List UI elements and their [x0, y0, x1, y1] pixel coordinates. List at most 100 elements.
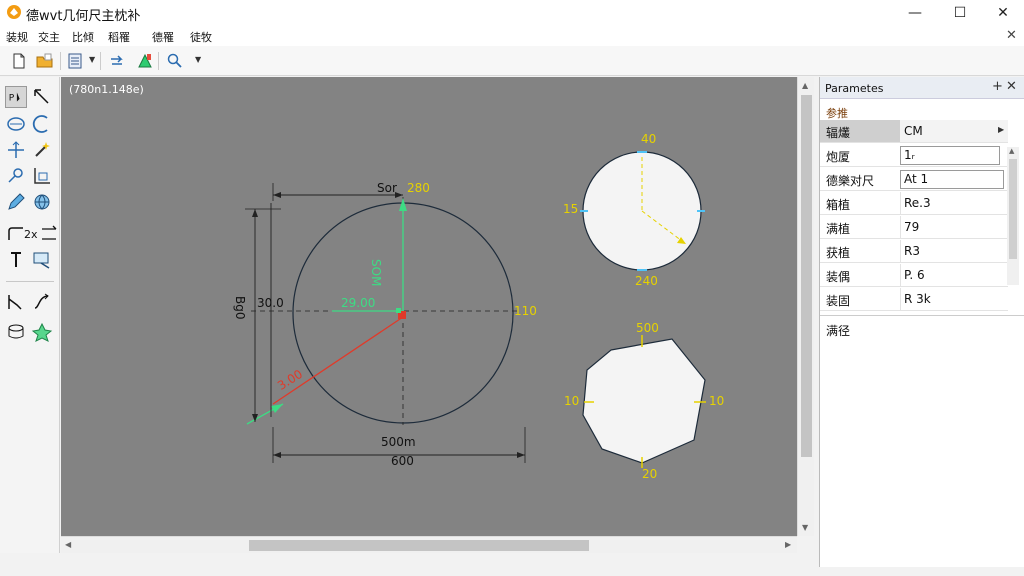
move-tool-icon[interactable]	[5, 139, 27, 161]
property-row[interactable]: 装固 R 3k	[820, 288, 1008, 311]
property-row[interactable]: 获植 R3	[820, 240, 1008, 263]
menu-bar: 装规 交主 比倾 稻罹 德罹 徒牧 ✕	[0, 26, 1024, 46]
globe-icon[interactable]	[31, 191, 53, 213]
menu-item-2[interactable]: 交主	[38, 29, 60, 45]
column-divider	[900, 288, 901, 311]
menu-item-1[interactable]: 装规	[6, 29, 28, 45]
chevron-down-icon[interactable]: ▼	[89, 55, 95, 64]
vertical-scroll-thumb[interactable]	[801, 95, 812, 457]
svg-text:P: P	[9, 94, 15, 104]
small-circle-left-label: 15	[563, 202, 579, 216]
arrowhead	[252, 209, 258, 217]
panel-scroll-thumb[interactable]	[1009, 159, 1017, 259]
arc-tool-icon[interactable]	[31, 113, 53, 135]
dimension-tool-icon[interactable]	[5, 291, 27, 313]
left-dimension-value: 30.0	[257, 296, 284, 310]
minimize-button[interactable]: —	[900, 3, 930, 23]
stack-tool-icon[interactable]	[5, 321, 27, 343]
toolbar: ▼ ▼	[0, 46, 1024, 76]
toolbar-separator	[158, 52, 159, 70]
bottom-dimension-value: 600	[391, 454, 414, 468]
small-circle-top-label: 40	[641, 132, 657, 146]
point-tool-icon[interactable]	[5, 165, 27, 187]
geometry-drawing	[245, 151, 706, 468]
section-header: 参推	[826, 107, 848, 120]
magic-wand-icon[interactable]	[31, 139, 53, 161]
drawing-canvas[interactable]: (780n1.148e) Sor 280 SOM 29.00 110 Bg0 3…	[61, 77, 797, 536]
property-row[interactable]: 德樂对尺 At 1	[820, 168, 1008, 191]
tool-palette: P 2x	[0, 77, 60, 567]
scroll-right-icon[interactable]: ▶	[785, 540, 791, 549]
scroll-up-icon[interactable]: ▲	[802, 81, 808, 90]
property-value: 79	[904, 220, 920, 234]
line-tool-icon[interactable]	[31, 86, 53, 108]
curve-tool-icon[interactable]	[31, 291, 53, 313]
property-row[interactable]: 箱植 Re.3	[820, 192, 1008, 215]
scroll-down-icon[interactable]: ▼	[802, 523, 808, 532]
pencil-icon[interactable]	[5, 191, 27, 213]
text-tool-icon[interactable]	[5, 249, 27, 271]
panel-close-icon[interactable]: ✕	[1006, 79, 1017, 94]
close-button[interactable]: ✕	[988, 3, 1018, 23]
open-folder-icon[interactable]	[36, 52, 54, 70]
property-input[interactable]	[900, 146, 1000, 165]
property-row[interactable]: 满植 79	[820, 216, 1008, 239]
property-value: At 1	[904, 172, 929, 186]
parameters-panel: Parametes + ✕ 参推 辐爜 CM ▶ 炮厦 1ᵣ 德樂对尺 At 1…	[819, 77, 1024, 567]
description-area: 满径	[820, 315, 1024, 567]
vertical-scrollbar[interactable]: ▲ ▼	[797, 77, 814, 536]
property-name: 辐爜	[820, 120, 900, 142]
status-bar	[0, 553, 819, 576]
octagon-shape[interactable]	[582, 338, 706, 464]
octagon-bottom-label: 20	[642, 467, 658, 481]
property-row[interactable]: 装偶 P. 6	[820, 264, 1008, 287]
scroll-up-icon[interactable]: ▲	[1009, 147, 1014, 155]
document-close-icon[interactable]: ✕	[1006, 28, 1017, 43]
maximize-button[interactable]: ☐	[945, 3, 975, 23]
toolbar-separator	[100, 52, 101, 70]
select-pointer-icon[interactable]: P	[5, 86, 27, 108]
chart-tool-icon[interactable]	[31, 165, 53, 187]
column-divider	[900, 192, 901, 215]
property-value: Re.3	[904, 196, 931, 210]
redo-icon[interactable]	[108, 52, 126, 70]
property-row[interactable]: 炮厦 1ᵣ	[820, 144, 1008, 167]
expand-icon[interactable]	[38, 223, 60, 245]
arrowhead	[399, 198, 407, 211]
chevron-down-icon[interactable]: ▼	[195, 55, 201, 64]
panel-scrollbar[interactable]: ▲	[1007, 147, 1019, 285]
horizontal-scrollbar[interactable]: ◀ ▶	[61, 536, 797, 553]
menu-item-5[interactable]: 德罹	[152, 29, 174, 45]
menu-item-3[interactable]: 比倾	[72, 29, 94, 45]
transform-tool-icon[interactable]	[31, 321, 53, 343]
property-name: 德樂对尺	[826, 174, 875, 188]
property-value: P. 6	[904, 268, 925, 282]
description-label: 满径	[826, 324, 851, 338]
property-row[interactable]: 辐爜 CM ▶	[820, 120, 1008, 143]
menu-item-6[interactable]: 徒牧	[190, 29, 212, 45]
menu-item-4[interactable]: 稻罹	[108, 29, 130, 45]
chevron-right-icon[interactable]: ▶	[998, 125, 1004, 134]
property-value: R3	[904, 244, 920, 258]
property-name: 获植	[826, 246, 851, 260]
bottom-dimension-text: 500m	[381, 435, 416, 449]
scale-label: 2x	[24, 228, 38, 241]
arrowhead	[271, 404, 283, 413]
property-value: CM	[904, 124, 923, 138]
column-divider	[900, 216, 901, 239]
shape-tool-icon[interactable]	[5, 113, 27, 135]
paint-icon[interactable]	[136, 52, 154, 70]
property-name: 装偶	[826, 270, 851, 284]
right-dimension-label: 110	[514, 304, 537, 318]
scroll-left-icon[interactable]: ◀	[65, 540, 71, 549]
horizontal-scroll-thumb[interactable]	[249, 540, 589, 551]
arrowhead	[517, 452, 525, 458]
layers-icon[interactable]	[66, 52, 84, 70]
measure-tool-icon[interactable]	[31, 249, 53, 271]
column-divider	[900, 264, 901, 287]
top-dimension-text: Sor	[377, 181, 397, 195]
panel-pin-icon[interactable]: +	[992, 79, 1003, 94]
zoom-icon[interactable]	[166, 52, 184, 70]
octagon-left-label: 10	[564, 394, 580, 408]
new-file-icon[interactable]	[10, 52, 28, 70]
